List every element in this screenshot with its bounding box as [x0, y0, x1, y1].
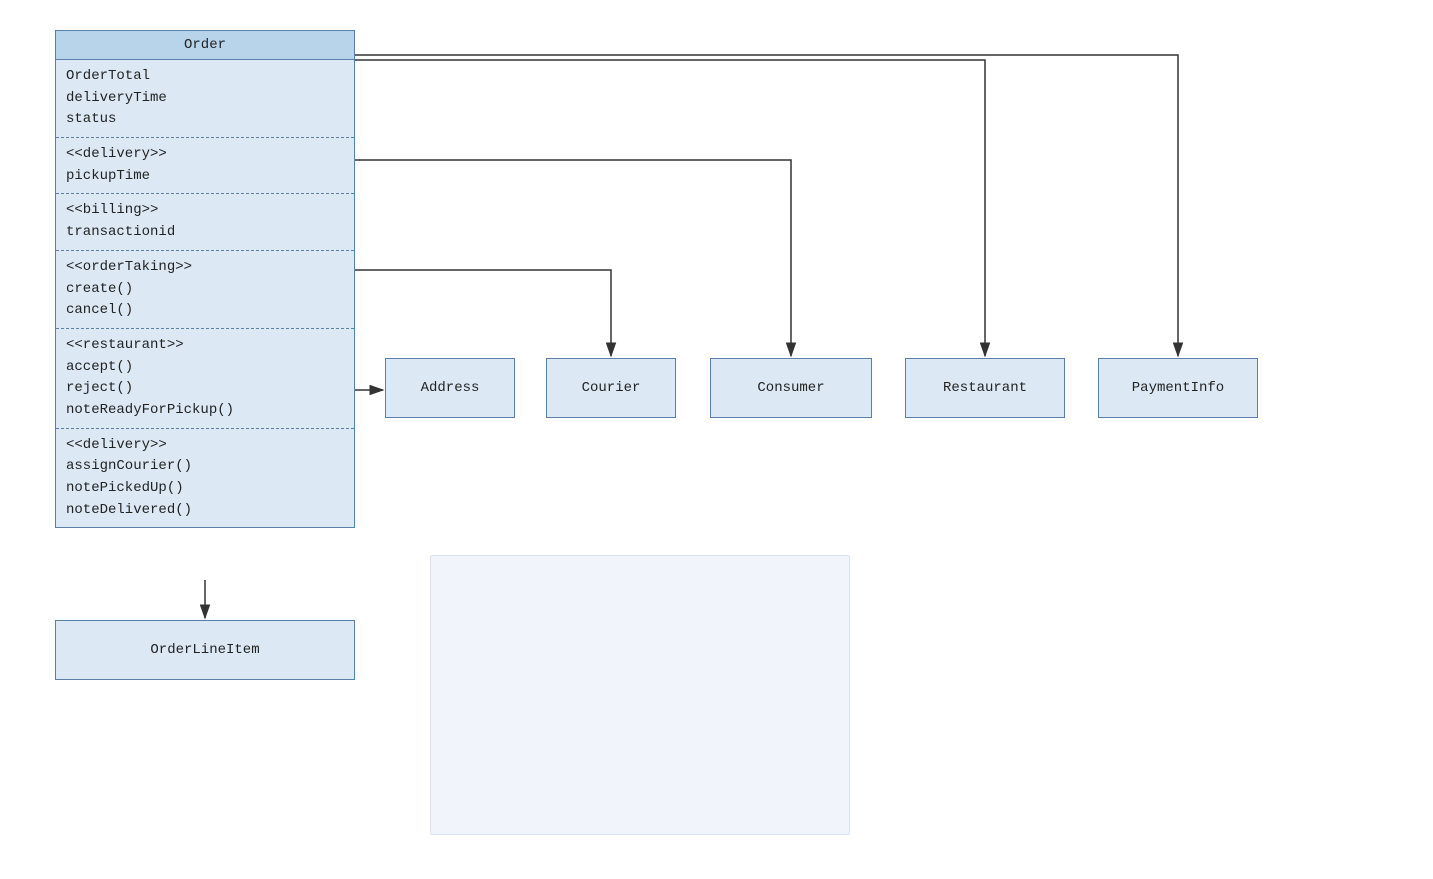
restaurant-class-box: Restaurant	[905, 358, 1065, 418]
order-header: Order	[56, 31, 354, 60]
courier-label: Courier	[582, 380, 641, 396]
order-delivery-methods-section: <<delivery>> assignCourier() notePickedU…	[56, 429, 354, 528]
order-attr-3: status	[66, 109, 344, 131]
diagram-canvas: Order OrderTotal deliveryTime status <<d…	[0, 0, 1433, 879]
paymentinfo-label: PaymentInfo	[1132, 380, 1224, 396]
paymentinfo-class-box: PaymentInfo	[1098, 358, 1258, 418]
consumer-label: Consumer	[757, 380, 824, 396]
order-attributes-section: OrderTotal deliveryTime status	[56, 60, 354, 138]
order-billing-section: <<billing>> transactionid	[56, 194, 354, 250]
address-class-box: Address	[385, 358, 515, 418]
order-restaurant-stereotype: <<restaurant>>	[66, 335, 344, 357]
restaurant-label: Restaurant	[943, 380, 1027, 396]
order-delivery-stereotype: <<delivery>>	[66, 144, 344, 166]
order-noteready-method: noteReadyForPickup()	[66, 400, 344, 422]
order-cancel-method: cancel()	[66, 300, 344, 322]
watermark-overlay	[430, 555, 850, 835]
order-ordertaking-section: <<orderTaking>> create() cancel()	[56, 251, 354, 329]
order-create-method: create()	[66, 279, 344, 301]
order-ordertaking-stereotype: <<orderTaking>>	[66, 257, 344, 279]
orderlineitem-class-box: OrderLineItem	[55, 620, 355, 680]
order-reject-method: reject()	[66, 378, 344, 400]
courier-class-box: Courier	[546, 358, 676, 418]
order-billing-attr: transactionid	[66, 222, 344, 244]
orderlineitem-label: OrderLineItem	[150, 642, 259, 658]
order-accept-method: accept()	[66, 357, 344, 379]
order-assigncourier-method: assignCourier()	[66, 456, 344, 478]
consumer-class-box: Consumer	[710, 358, 872, 418]
order-attr-1: OrderTotal	[66, 66, 344, 88]
order-billing-stereotype: <<billing>>	[66, 200, 344, 222]
order-attr-2: deliveryTime	[66, 88, 344, 110]
order-class-box: Order OrderTotal deliveryTime status <<d…	[55, 30, 355, 528]
order-delivery-methods-stereotype: <<delivery>>	[66, 435, 344, 457]
order-notedelivered-method: noteDelivered()	[66, 500, 344, 522]
order-delivery-section: <<delivery>> pickupTime	[56, 138, 354, 194]
order-notepickedup-method: notePickedUp()	[66, 478, 344, 500]
order-title: Order	[184, 37, 226, 53]
order-delivery-attr: pickupTime	[66, 166, 344, 188]
order-restaurant-section: <<restaurant>> accept() reject() noteRea…	[56, 329, 354, 429]
address-label: Address	[421, 380, 480, 396]
